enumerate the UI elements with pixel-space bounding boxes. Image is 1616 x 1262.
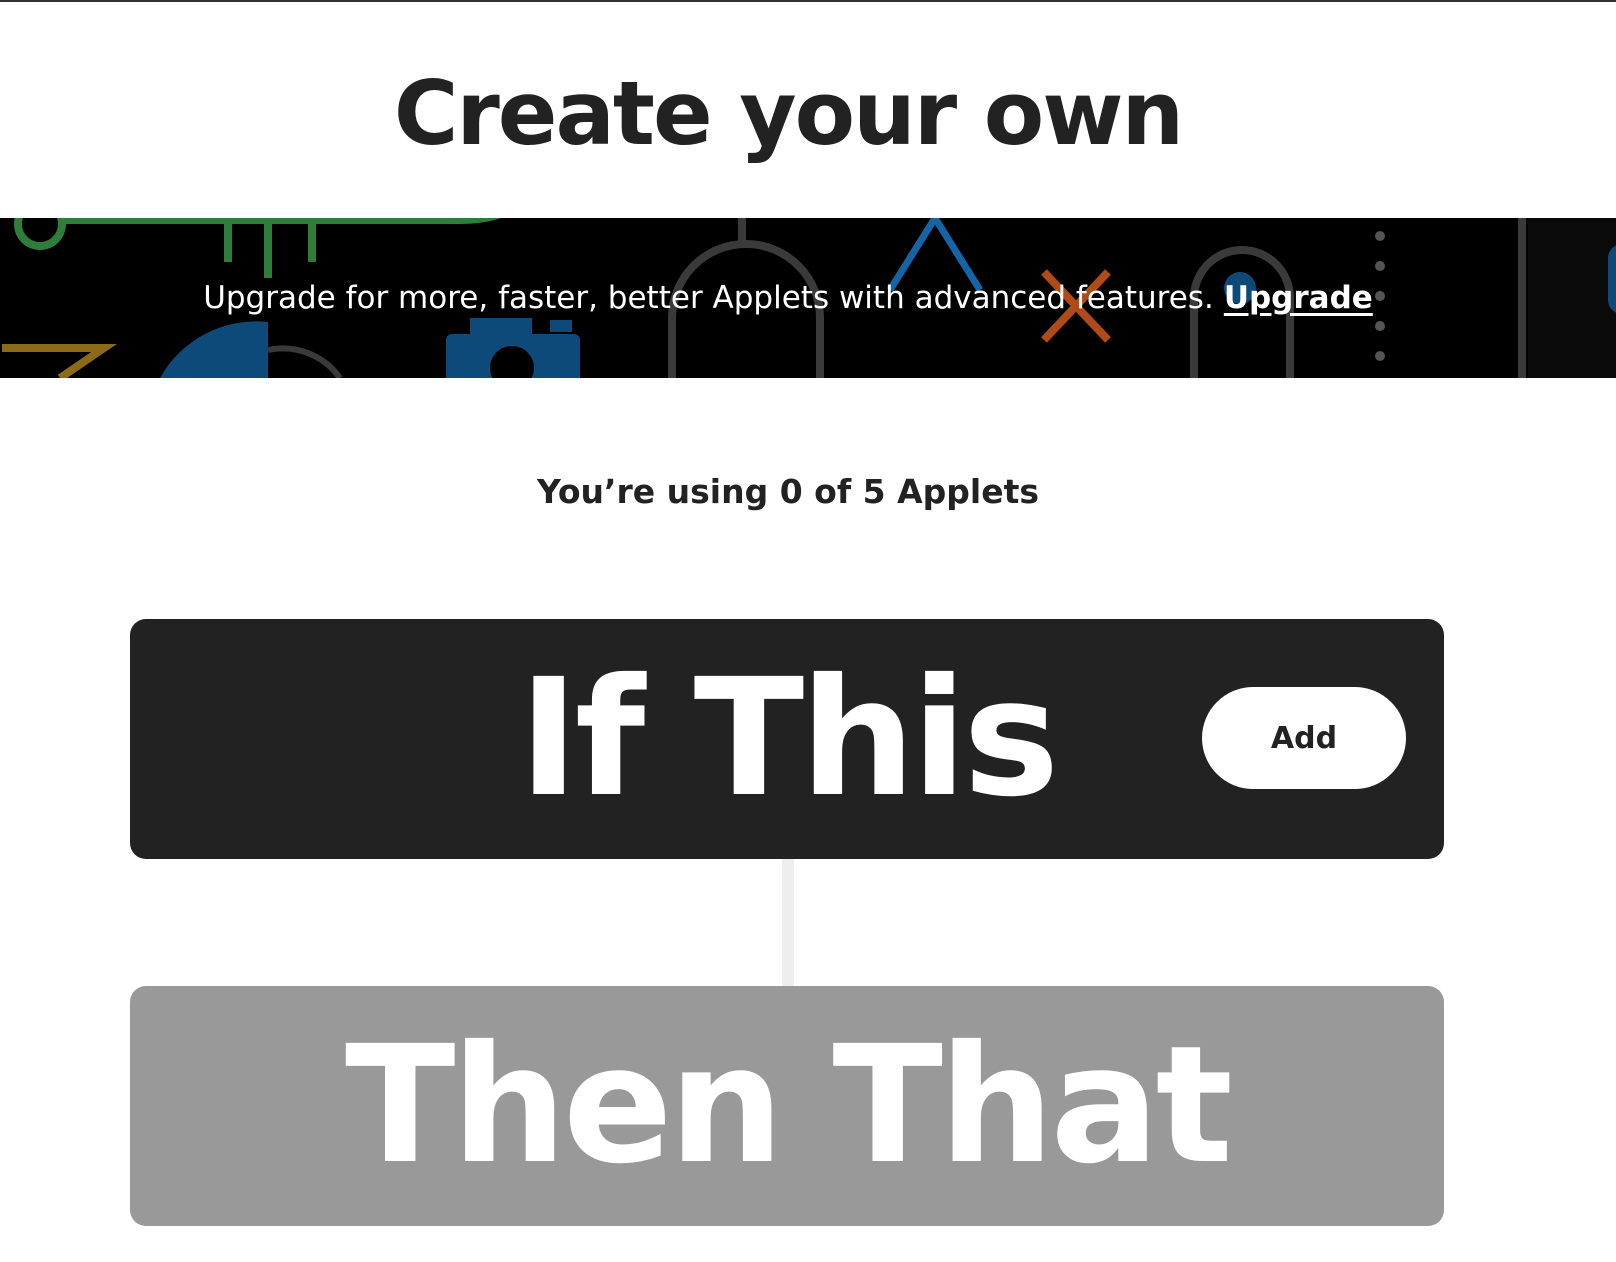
then-that-card: Then That	[130, 986, 1444, 1226]
if-this-card[interactable]: If This Add	[130, 619, 1444, 859]
upgrade-banner: Upgrade for more, faster, better Applets…	[0, 218, 1616, 378]
then-that-label: Then That	[344, 1012, 1233, 1200]
add-trigger-button[interactable]: Add	[1202, 687, 1406, 789]
upgrade-banner-text: Upgrade for more, faster, better Applets…	[0, 218, 1576, 378]
top-divider	[0, 0, 1616, 2]
upgrade-link[interactable]: Upgrade	[1224, 280, 1373, 316]
connector-line	[782, 858, 794, 988]
page-title: Create your own	[393, 62, 1184, 165]
upgrade-message: Upgrade for more, faster, better Applets…	[203, 280, 1214, 316]
applet-usage-text: You’re using 0 of 5 Applets	[536, 472, 1040, 511]
